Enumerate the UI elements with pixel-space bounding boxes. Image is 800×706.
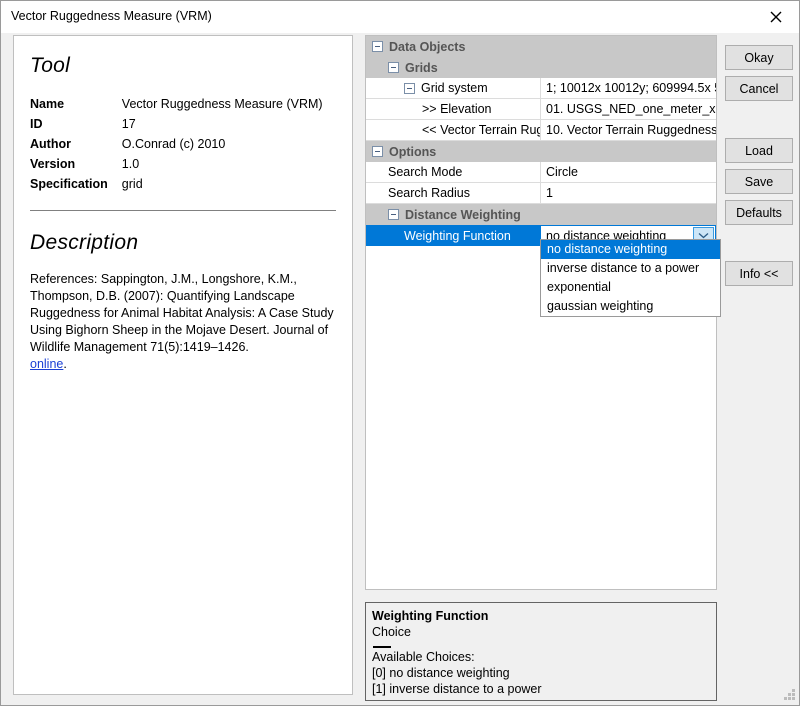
description-text: References: Sappington, J.M., Longshore,…	[30, 272, 334, 354]
table-row: Name Vector Ruggedness Measure (VRM)	[30, 94, 323, 114]
weighting-function-dropdown[interactable]: no distance weighting inverse distance t…	[540, 239, 721, 317]
online-link[interactable]: online	[30, 357, 63, 371]
param-value-search-radius[interactable]: 1	[540, 183, 716, 204]
group-row-grids[interactable]: Grids	[366, 57, 716, 78]
group-value-data-objects	[540, 36, 716, 57]
param-label-search-mode: Search Mode	[388, 165, 463, 179]
param-row-search-radius[interactable]: Search Radius 1	[366, 183, 716, 204]
info-toggle-button[interactable]: Info <<	[725, 261, 793, 286]
param-row-search-mode[interactable]: Search Mode Circle	[366, 162, 716, 183]
close-button[interactable]	[753, 1, 799, 32]
save-button[interactable]: Save	[725, 169, 793, 194]
param-value-search-mode[interactable]: Circle	[540, 162, 716, 183]
close-icon	[770, 11, 782, 23]
group-row-distance-weighting[interactable]: Distance Weighting	[366, 204, 716, 225]
dropdown-option-2[interactable]: exponential	[541, 278, 720, 297]
dropdown-option-0[interactable]: no distance weighting	[541, 240, 720, 259]
param-row-vector-terrain-ruggedness[interactable]: << Vector Terrain Rug 10. Vector Terrain…	[366, 120, 716, 141]
param-value-grid-system[interactable]: 1; 10012x 10012y; 609994.5x 5339	[540, 78, 716, 99]
dropdown-option-1[interactable]: inverse distance to a power	[541, 259, 720, 278]
param-label-search-radius: Search Radius	[388, 186, 470, 200]
tool-field-author-label: Author	[30, 137, 71, 151]
tool-field-id-label: ID	[30, 117, 43, 131]
tool-field-specification-label: Specification	[30, 177, 108, 191]
tool-field-version-value: 1.0	[121, 157, 140, 171]
tool-field-name-value: Vector Ruggedness Measure (VRM)	[121, 97, 323, 111]
param-value-vector-terrain-ruggedness[interactable]: 10. Vector Terrain Ruggedness ('	[540, 120, 716, 141]
tool-info-panel: Tool Name Vector Ruggedness Measure (VRM…	[13, 35, 353, 695]
help-choices-header: Available Choices:	[372, 650, 475, 664]
tool-field-id-value: 17	[121, 117, 136, 131]
divider	[30, 210, 336, 211]
title-bar: Vector Ruggedness Measure (VRM)	[1, 1, 799, 33]
okay-button[interactable]: Okay	[725, 45, 793, 70]
param-label-grid-system: Grid system	[421, 81, 488, 95]
defaults-button[interactable]: Defaults	[725, 200, 793, 225]
tool-field-author-value: O.Conrad (c) 2010	[121, 137, 226, 151]
group-label-grids: Grids	[405, 60, 438, 75]
cancel-button[interactable]: Cancel	[725, 76, 793, 101]
description-link-suffix: .	[63, 357, 67, 371]
collapse-icon[interactable]	[404, 82, 415, 94]
dialog-window: Vector Ruggedness Measure (VRM) Tool Nam…	[0, 0, 800, 706]
tool-metadata-table: Name Vector Ruggedness Measure (VRM) ID …	[30, 94, 323, 194]
table-row: Specification grid	[30, 174, 323, 194]
window-title: Vector Ruggedness Measure (VRM)	[11, 9, 212, 23]
param-label-weighting-function: Weighting Function	[404, 228, 511, 243]
table-row: Version 1.0	[30, 154, 323, 174]
group-label-options: Options	[389, 144, 437, 159]
collapse-icon[interactable]	[388, 62, 399, 73]
param-label-elevation: >> Elevation	[422, 102, 492, 116]
tool-field-name-label: Name	[30, 97, 65, 111]
group-value-options	[540, 141, 716, 162]
group-value-distance-weighting	[540, 204, 716, 225]
dropdown-option-3[interactable]: gaussian weighting	[541, 297, 720, 316]
param-row-grid-system[interactable]: Grid system 1; 10012x 10012y; 609994.5x …	[366, 78, 716, 99]
help-separator	[373, 646, 391, 648]
description-heading: Description	[30, 231, 139, 254]
help-type: Choice	[372, 625, 411, 639]
help-title: Weighting Function	[372, 609, 489, 623]
group-label-data-objects: Data Objects	[389, 39, 466, 54]
group-value-grids	[540, 57, 716, 78]
group-label-distance-weighting: Distance Weighting	[405, 207, 521, 222]
tool-heading: Tool	[30, 54, 71, 77]
group-row-data-objects[interactable]: Data Objects	[366, 36, 716, 57]
load-button[interactable]: Load	[725, 138, 793, 163]
description-body: References: Sappington, J.M., Longshore,…	[30, 271, 336, 373]
collapse-icon[interactable]	[372, 41, 383, 52]
param-value-elevation[interactable]: 01. USGS_NED_one_meter_x61y5	[540, 99, 716, 120]
help-choice-1: [1] inverse distance to a power	[372, 682, 542, 696]
param-label-vector-terrain-ruggedness: << Vector Terrain Rug	[422, 123, 540, 137]
collapse-icon[interactable]	[388, 209, 399, 220]
resize-grip[interactable]	[783, 689, 796, 702]
parameter-help-box: Weighting Function Choice Available Choi…	[365, 602, 717, 701]
tool-field-specification-value: grid	[121, 177, 143, 191]
tool-field-version-label: Version	[30, 157, 76, 171]
group-row-options[interactable]: Options	[366, 141, 716, 162]
help-choice-0: [0] no distance weighting	[372, 666, 510, 680]
table-row: ID 17	[30, 114, 323, 134]
collapse-icon[interactable]	[372, 146, 383, 157]
table-row: Author O.Conrad (c) 2010	[30, 134, 323, 154]
param-row-elevation[interactable]: >> Elevation 01. USGS_NED_one_meter_x61y…	[366, 99, 716, 120]
